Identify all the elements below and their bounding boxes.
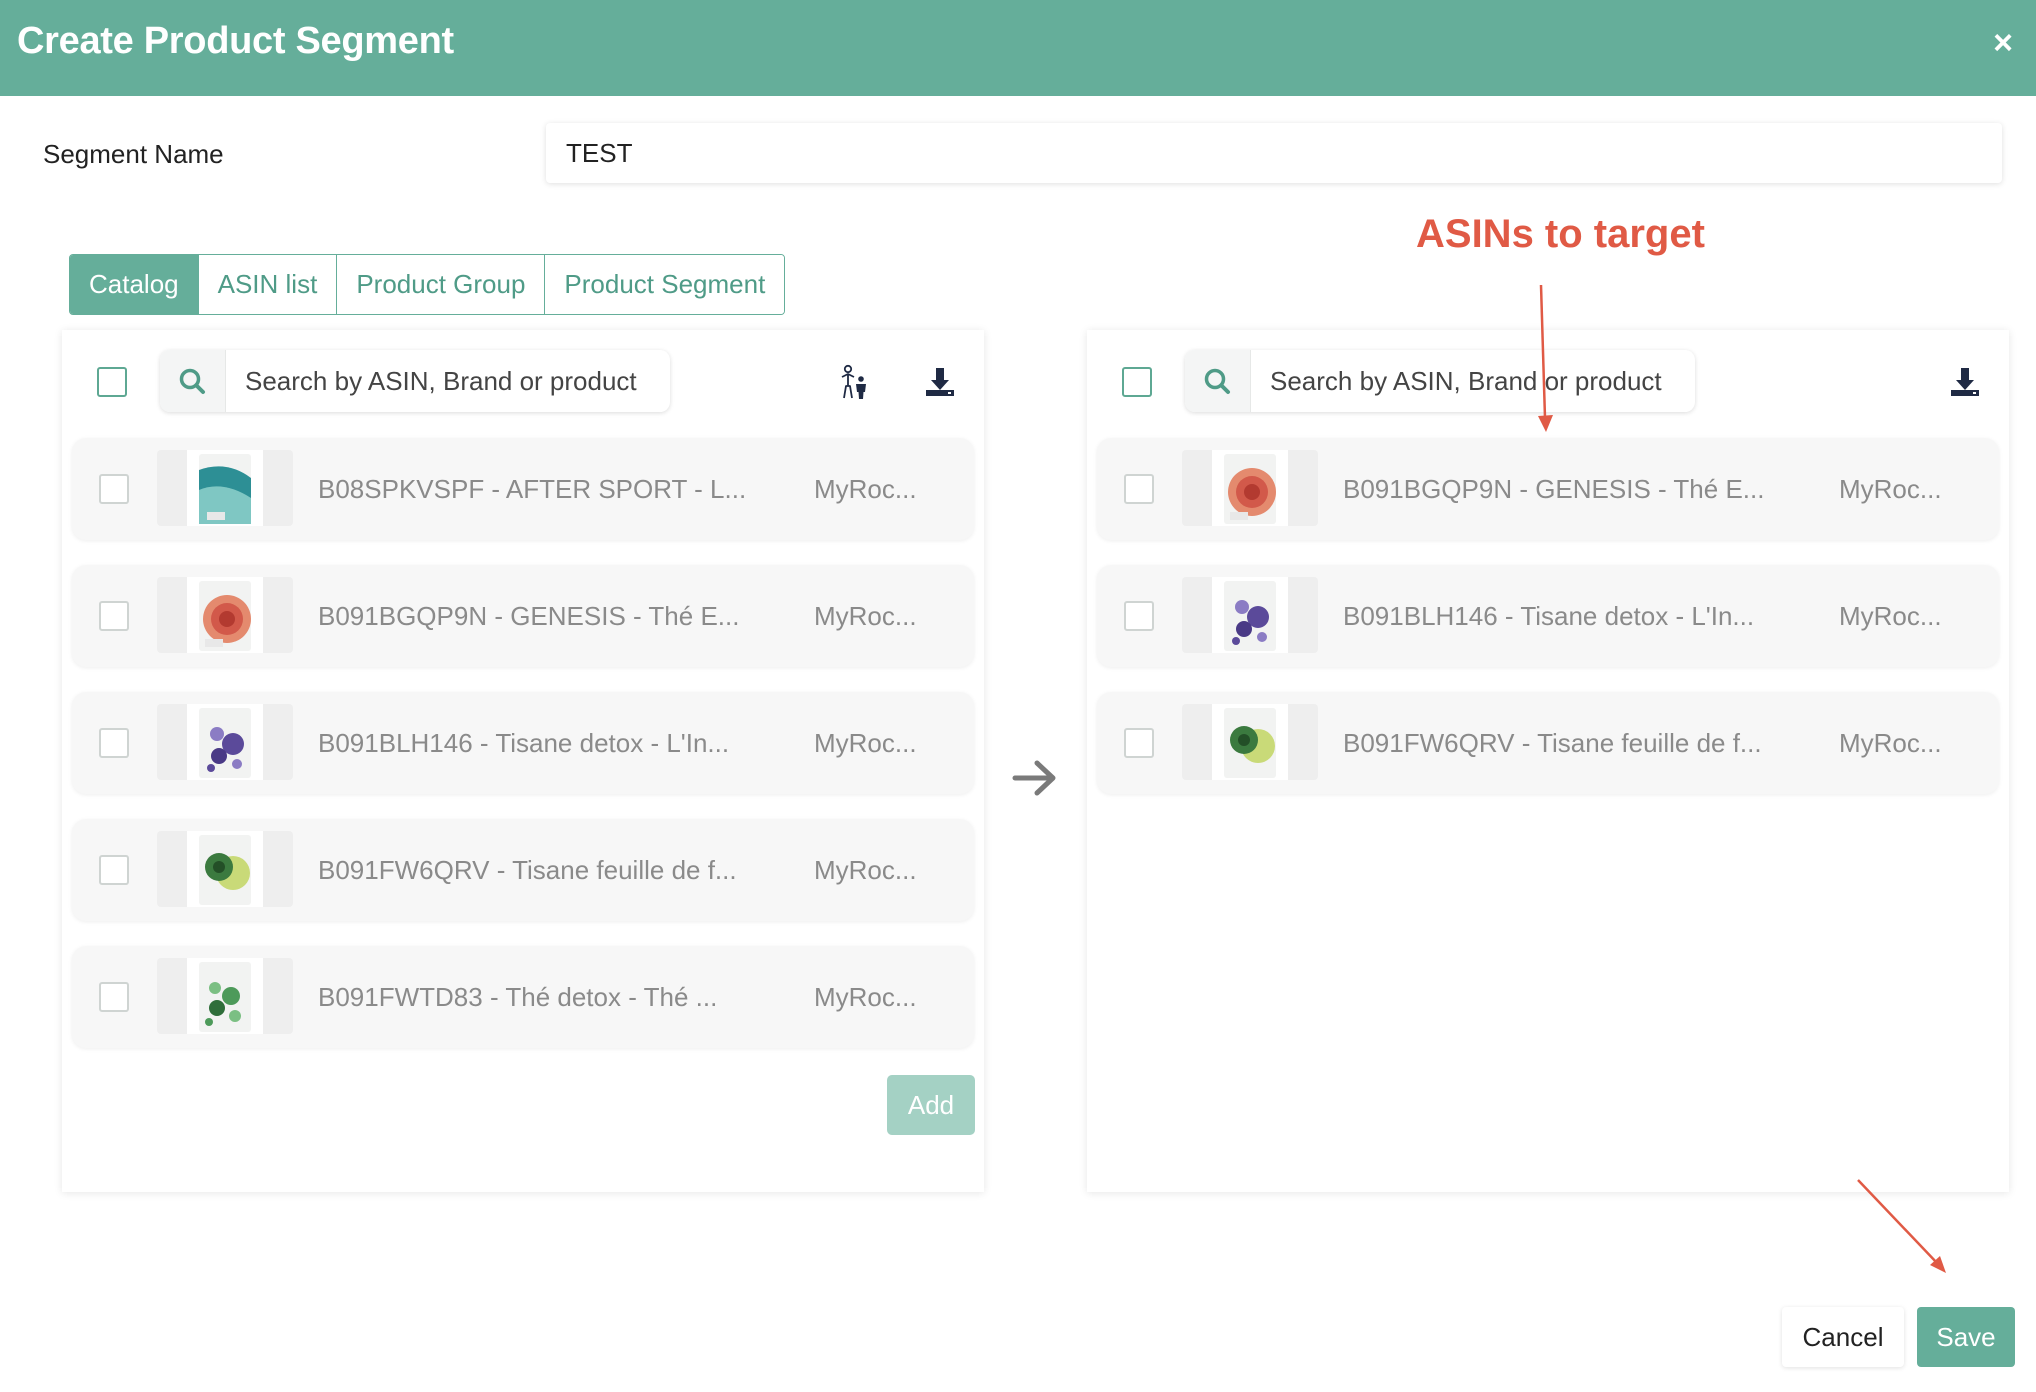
product-brand: MyRoc...	[814, 601, 917, 631]
row-checkbox[interactable]	[1124, 601, 1154, 631]
target-panel: B091BGQP9N - GENESIS - Thé E... MyRoc...…	[1087, 330, 2009, 1192]
modal-header: Create Product Segment ×	[0, 0, 2036, 96]
product-title: B08SPKVSPF - AFTER SPORT - L...	[318, 474, 747, 504]
product-brand: MyRoc...	[1839, 474, 1942, 504]
annotation-arrow	[1857, 1179, 1939, 1265]
tab-catalog[interactable]: Catalog	[70, 255, 199, 314]
close-button[interactable]: ×	[1985, 25, 2021, 61]
save-button[interactable]: Save	[1917, 1307, 2015, 1367]
cancel-button[interactable]: Cancel	[1782, 1307, 1904, 1367]
add-button[interactable]: Add	[887, 1075, 975, 1135]
product-image	[157, 704, 293, 780]
tab-product-group[interactable]: Product Group	[337, 255, 546, 314]
product-brand: MyRoc...	[814, 982, 917, 1012]
product-title: B091BGQP9N - GENESIS - Thé E...	[318, 601, 740, 631]
target-search	[1185, 350, 1695, 412]
family-filter-icon[interactable]	[835, 364, 871, 400]
arrow-right-icon	[1010, 756, 1060, 800]
catalog-search	[160, 350, 670, 412]
source-tabs: Catalog ASIN list Product Group Product …	[69, 254, 786, 315]
table-row[interactable]: B091FW6QRV - Tisane feuille de f... MyRo…	[72, 819, 974, 921]
table-row[interactable]: B091BGQP9N - GENESIS - Thé E... MyRoc...	[1097, 438, 1999, 540]
table-row[interactable]: B091BGQP9N - GENESIS - Thé E... MyRoc...	[72, 565, 974, 667]
catalog-panel: B08SPKVSPF - AFTER SPORT - L... MyRoc...…	[62, 330, 984, 1192]
tab-product-segment[interactable]: Product Segment	[545, 255, 785, 314]
product-image	[157, 831, 293, 907]
search-icon[interactable]	[160, 350, 226, 412]
segment-name-label: Segment Name	[43, 139, 224, 169]
product-image	[1182, 577, 1318, 653]
annotation-label: ASINs to target	[1416, 212, 1705, 256]
search-icon[interactable]	[1185, 350, 1251, 412]
table-row[interactable]: B091FWTD83 - Thé detox - Thé ... MyRoc..…	[72, 946, 974, 1048]
product-brand: MyRoc...	[814, 855, 917, 885]
table-row[interactable]: B091BLH146 - Tisane detox - L'In... MyRo…	[72, 692, 974, 794]
product-title: B091FW6QRV - Tisane feuille de f...	[1343, 728, 1762, 758]
product-brand: MyRoc...	[1839, 601, 1942, 631]
product-brand: MyRoc...	[814, 728, 917, 758]
product-title: B091FW6QRV - Tisane feuille de f...	[318, 855, 737, 885]
target-search-input[interactable]	[1252, 350, 1692, 412]
row-checkbox[interactable]	[99, 474, 129, 504]
modal-title: Create Product Segment	[17, 20, 454, 62]
product-brand: MyRoc...	[1839, 728, 1942, 758]
product-title: B091BLH146 - Tisane detox - L'In...	[1343, 601, 1755, 631]
tab-asin-list[interactable]: ASIN list	[198, 255, 338, 314]
segment-name-input[interactable]	[546, 123, 2002, 183]
download-icon[interactable]	[1947, 364, 1983, 400]
table-row[interactable]: B091BLH146 - Tisane detox - L'In... MyRo…	[1097, 565, 1999, 667]
row-checkbox[interactable]	[99, 982, 129, 1012]
row-checkbox[interactable]	[99, 855, 129, 885]
row-checkbox[interactable]	[1124, 474, 1154, 504]
catalog-search-input[interactable]	[227, 350, 667, 412]
annotation-arrowhead	[1930, 1256, 1946, 1273]
product-image	[157, 577, 293, 653]
product-image	[157, 450, 293, 526]
product-image	[1182, 704, 1318, 780]
product-title: B091BGQP9N - GENESIS - Thé E...	[1343, 474, 1765, 504]
table-row[interactable]: B091FW6QRV - Tisane feuille de f... MyRo…	[1097, 692, 1999, 794]
download-icon[interactable]	[922, 364, 958, 400]
select-all-checkbox[interactable]	[97, 367, 127, 397]
product-image	[157, 958, 293, 1034]
product-title: B091BLH146 - Tisane detox - L'In...	[318, 728, 730, 758]
product-brand: MyRoc...	[814, 474, 917, 504]
select-all-checkbox[interactable]	[1122, 367, 1152, 397]
product-title: B091FWTD83 - Thé detox - Thé ...	[318, 982, 718, 1012]
table-row[interactable]: B08SPKVSPF - AFTER SPORT - L... MyRoc...	[72, 438, 974, 540]
product-image	[1182, 450, 1318, 526]
row-checkbox[interactable]	[1124, 728, 1154, 758]
row-checkbox[interactable]	[99, 728, 129, 758]
row-checkbox[interactable]	[99, 601, 129, 631]
